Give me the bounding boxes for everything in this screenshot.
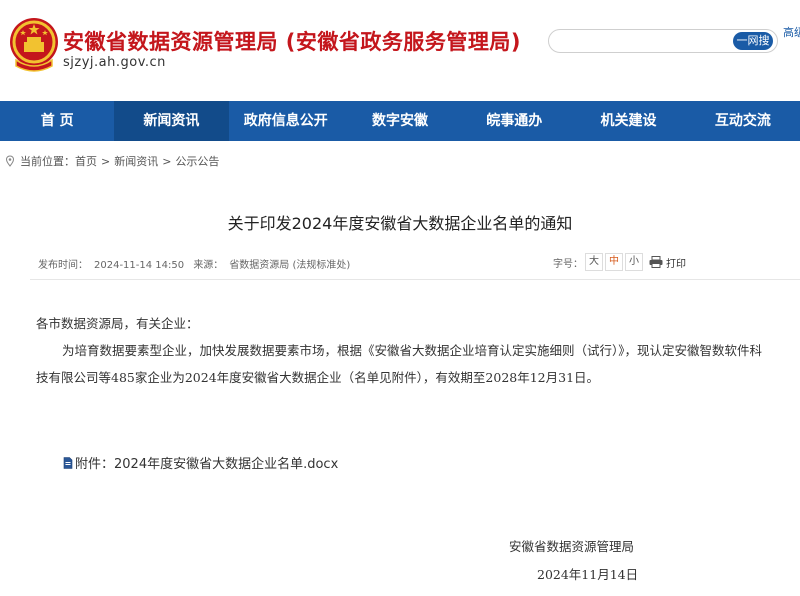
font-size-medium-button[interactable]: 中: [605, 253, 623, 271]
breadcrumb-notices[interactable]: 公示公告: [175, 153, 219, 169]
attachment-link[interactable]: 附件：2024年度安徽省大数据企业名单.docx: [63, 453, 338, 472]
font-size-large-button[interactable]: 大: [585, 253, 603, 271]
sign-date: 2024年11月14日: [537, 567, 639, 582]
breadcrumb: 当前位置： 首页 > 新闻资讯 > 公示公告: [4, 153, 219, 169]
site-header: 安徽省数据资源管理局 (安徽省政务服务管理局) sjzyj.ah.gov.cn …: [0, 0, 800, 100]
meta-divider: [30, 279, 800, 280]
signature: 安徽省数据资源管理局: [509, 539, 635, 554]
nav-item-home[interactable]: 首 页: [0, 101, 114, 141]
breadcrumb-home[interactable]: 首页: [75, 153, 97, 169]
breadcrumb-prefix: 当前位置：: [20, 155, 75, 168]
article-body: 为培育数据要素型企业，加快发展数据要素市场，根据《安徽省大数据企业培育认定实施细…: [36, 343, 763, 385]
salutation: 各市数据资源局，有关企业：: [36, 316, 199, 331]
advanced-search-link[interactable]: 高级搜索: [783, 26, 800, 39]
breadcrumb-news[interactable]: 新闻资讯: [114, 153, 158, 169]
breadcrumb-separator: >: [162, 154, 172, 168]
breadcrumb-separator: >: [101, 154, 111, 168]
main-nav: 首 页 新闻资讯 政府信息公开 数字安徽 皖事通办 机关建设 互动交流: [0, 101, 800, 141]
site-title[interactable]: 安徽省数据资源管理局 (安徽省政务服务管理局): [63, 26, 521, 56]
source-label: 来源：: [193, 260, 224, 271]
attachment-label[interactable]: 附件：2024年度安徽省大数据企业名单.docx: [75, 453, 338, 472]
article-content: 各市数据资源局，有关企业： 为培育数据要素型企业，加快发展数据要素市场，根据《安…: [36, 310, 768, 391]
location-pin-icon: [5, 155, 15, 167]
site-domain: sjzyj.ah.gov.cn: [63, 55, 166, 70]
nav-item-news[interactable]: 新闻资讯: [114, 101, 229, 141]
search-box: 一网搜: [548, 29, 778, 53]
nav-item-gov-info[interactable]: 政府信息公开: [229, 101, 343, 141]
article-title: 关于印发2024年度安徽省大数据企业名单的通知: [227, 214, 573, 233]
article-meta: 发布时间： 2024-11-14 14:50 来源： 省数据资源局 (法规标准处): [38, 256, 356, 271]
publish-time-label: 发布时间：: [38, 260, 88, 271]
search-input[interactable]: [557, 32, 727, 50]
font-size-controls: 字号： 大 中 小 打印: [553, 253, 686, 271]
nav-item-agency[interactable]: 机关建设: [571, 101, 685, 141]
search-button[interactable]: 一网搜: [733, 32, 773, 50]
nav-item-interaction[interactable]: 互动交流: [686, 101, 800, 141]
printer-icon: [649, 256, 663, 268]
nav-item-digital-anhui[interactable]: 数字安徽: [343, 101, 457, 141]
font-size-small-button[interactable]: 小: [625, 253, 643, 271]
print-label: 打印: [666, 258, 686, 270]
publish-time: 2024-11-14 14:50: [94, 260, 185, 271]
document-icon: [63, 456, 73, 469]
nav-item-wanshitong[interactable]: 皖事通办: [457, 101, 571, 141]
national-emblem-icon[interactable]: [8, 16, 60, 76]
source: 省数据资源局 (法规标准处): [229, 260, 351, 271]
font-size-label: 字号：: [553, 258, 583, 270]
print-button[interactable]: 打印: [649, 255, 686, 270]
